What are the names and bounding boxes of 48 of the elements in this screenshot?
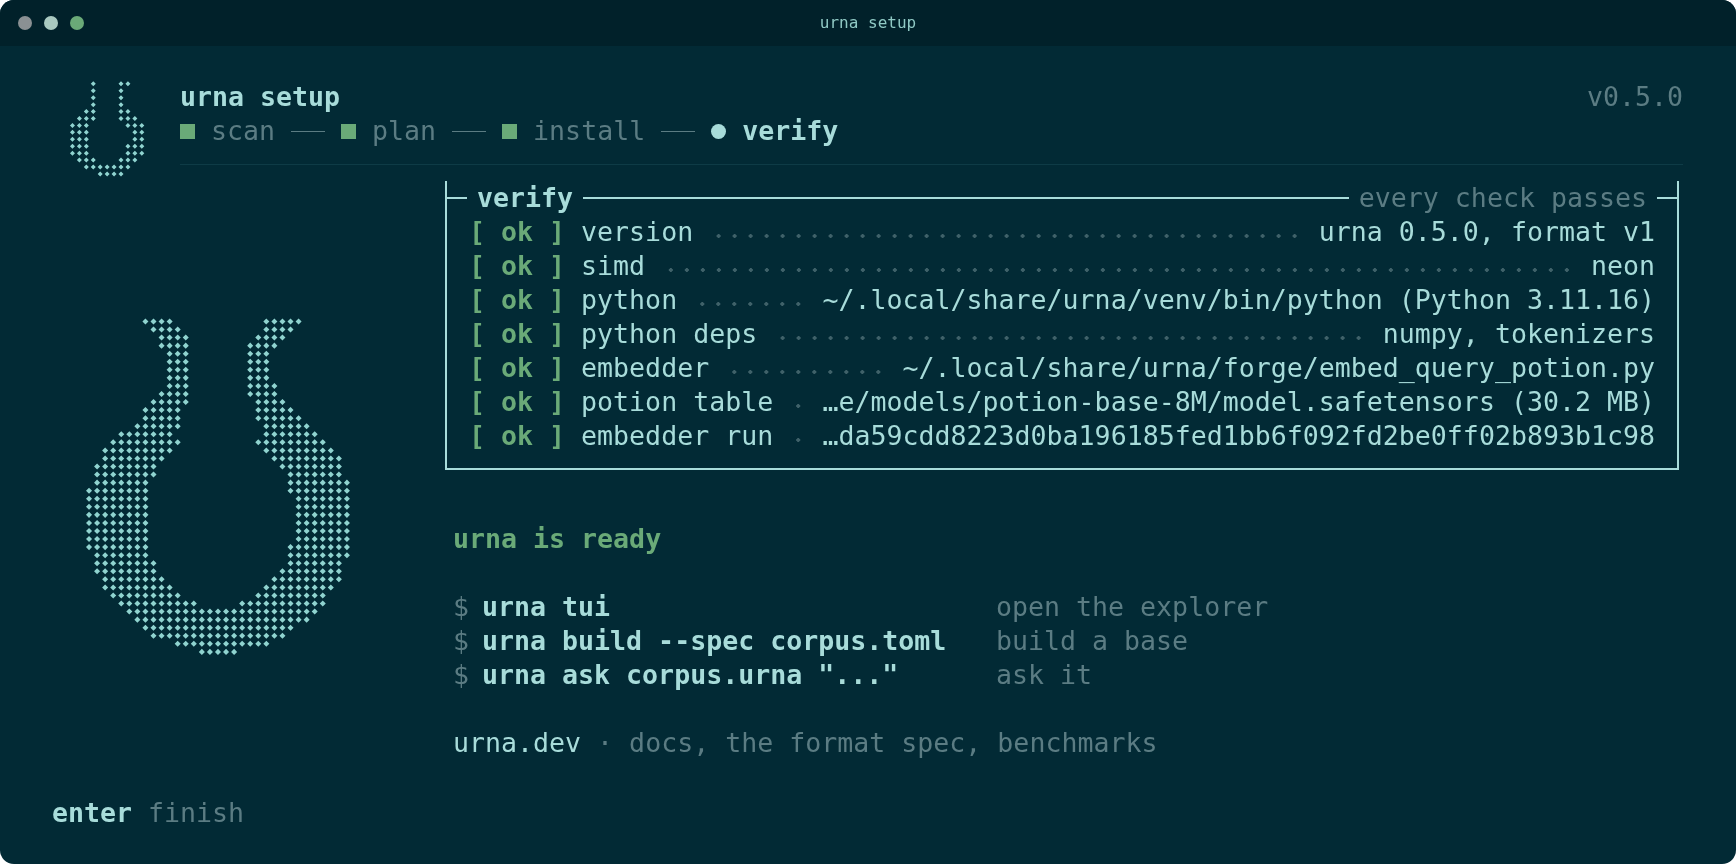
check-value: ~/.local/share/urna/venv/bin/python (Python 3.11.16) [822, 283, 1655, 317]
site-link[interactable]: urna.dev [453, 726, 582, 760]
step-label: scan [211, 114, 276, 148]
command-description: build a base [996, 624, 1190, 658]
key-label: enter [52, 796, 133, 830]
step-label: plan [372, 114, 437, 148]
command-text: urna ask corpus.urna "..." [482, 658, 900, 692]
prompt-sign: $ [453, 624, 470, 658]
check-value: urna 0.5.0, format v1 [1318, 215, 1655, 249]
step-label: install [533, 114, 646, 148]
links-text: · docs, the format spec, benchmarks [597, 726, 1158, 760]
panel-title: verify [477, 181, 574, 215]
version-label: v0.5.0 [1586, 80, 1683, 114]
check-name: embedder run [581, 419, 774, 453]
window-title: urna setup [819, 13, 917, 33]
status-label: [ ok ] [469, 215, 566, 249]
logo-icon [69, 80, 147, 178]
window-control[interactable] [44, 16, 58, 30]
status-label: [ ok ] [469, 317, 566, 351]
panel-summary: every check passes [1358, 181, 1647, 215]
prompt-sign: $ [453, 658, 470, 692]
app-title: urna setup [180, 80, 341, 114]
check-value: neon [1590, 249, 1655, 283]
command-description: ask it [996, 658, 1094, 692]
step-label: verify [742, 114, 839, 148]
check-name: version [581, 215, 694, 249]
command-description: open the explorer [996, 590, 1270, 624]
command-text: urna build --spec corpus.toml [482, 624, 948, 658]
check-name: embedder [581, 351, 710, 385]
status-label: [ ok ] [469, 419, 566, 453]
check-value: …e/models/potion-base-8M/model.safetensors (30.2 MB) [822, 385, 1655, 419]
check-value: numpy, tokenizers [1382, 317, 1655, 351]
command-text: urna tui [482, 590, 612, 624]
ready-message: urna is ready [453, 522, 663, 556]
check-name: simd [581, 249, 646, 283]
check-value: ~/.local/share/urna/forge/embed_query_potion.py [902, 351, 1655, 385]
status-label: [ ok ] [469, 283, 566, 317]
status-label: [ ok ] [469, 385, 566, 419]
prompt-sign: $ [453, 590, 470, 624]
check-name: potion table [581, 385, 774, 419]
window-control[interactable] [18, 16, 32, 30]
check-name: python deps [581, 317, 758, 351]
status-label: [ ok ] [469, 351, 566, 385]
key-action: finish [148, 796, 245, 830]
window-control[interactable] [70, 16, 84, 30]
check-name: python [581, 283, 678, 317]
status-label: [ ok ] [469, 249, 566, 283]
check-value: …da59cdd8223d0ba196185fed1bb6f092fd2be0ff02b893b1c98 [822, 419, 1655, 453]
